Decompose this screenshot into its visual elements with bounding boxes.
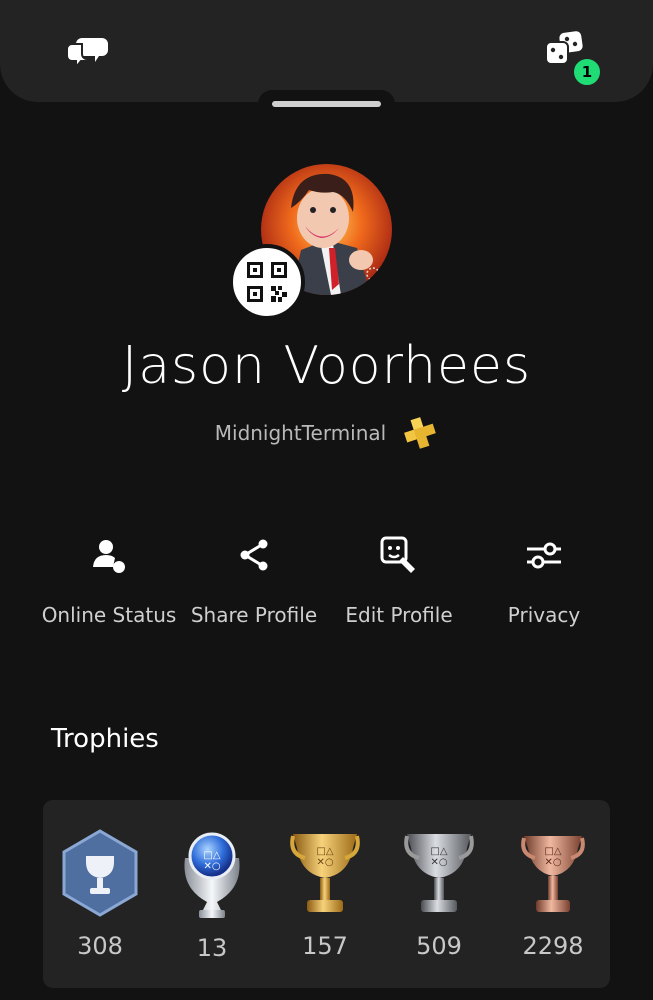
trophy-platinum: □△ ✕○ 13 (157, 828, 267, 962)
qr-code-icon (247, 262, 287, 302)
action-label: Edit Profile (345, 603, 453, 627)
trophy-count: 157 (302, 932, 348, 960)
edit-profile-icon (380, 536, 415, 573)
trophy-count: 2298 (522, 932, 584, 960)
profile-actions: Online Status Share Profile Edit Profile… (34, 535, 619, 635)
share-profile-button[interactable]: Share Profile (179, 535, 329, 627)
privacy-button[interactable]: Privacy (469, 535, 619, 627)
online-id-row: MidnightTerminal (0, 416, 653, 450)
share-icon (240, 539, 268, 571)
trophy-gold: □△ ✕○ 157 (270, 828, 380, 960)
chat-bubbles-icon[interactable] (66, 32, 110, 72)
notification-badge: 1 (572, 57, 602, 87)
trophy-bronze-icon: □△ ✕○ (521, 836, 585, 912)
qr-code-button[interactable] (229, 244, 305, 320)
svg-text:□△: □△ (316, 846, 333, 857)
edit-profile-button[interactable]: Edit Profile (324, 535, 474, 627)
trophy-platinum-icon: □△ ✕○ (184, 832, 240, 918)
sliders-icon (527, 542, 561, 569)
action-label: Online Status (41, 603, 177, 627)
svg-text:✕○: ✕○ (430, 857, 447, 868)
trophy-count: 509 (416, 932, 462, 960)
online-id: MidnightTerminal (214, 421, 387, 445)
drag-handle[interactable] (272, 101, 381, 107)
action-label: Share Profile (190, 603, 318, 627)
svg-text:□△: □△ (203, 850, 220, 861)
display-name: Jason Voorhees (121, 336, 532, 396)
svg-text:✕○: ✕○ (544, 857, 561, 868)
svg-text:□△: □△ (544, 846, 561, 857)
online-status-button[interactable]: Online Status (34, 535, 184, 627)
trophy-summary-card[interactable]: 308 □△ ✕○ 13 □△ ✕○ 157 □△ ✕○ 509 □△ ✕○ 2… (43, 800, 610, 988)
trophy-gold-icon: □△ ✕○ (290, 834, 360, 912)
trophies-heading: Trophies (51, 724, 159, 754)
trophy-level-icon (62, 829, 138, 917)
trophy-count: 13 (196, 934, 228, 962)
svg-text:✕○: ✕○ (316, 857, 333, 868)
badge-count: 1 (581, 63, 593, 81)
trophy-silver-icon: □△ ✕○ (404, 834, 474, 912)
playstation-plus-icon (404, 417, 437, 449)
action-label: Privacy (507, 603, 581, 627)
trophy-silver: □△ ✕○ 509 (384, 828, 494, 960)
svg-text:✕○: ✕○ (203, 861, 220, 872)
trophy-bronze: □△ ✕○ 2298 (498, 828, 608, 960)
trophy-count: 308 (77, 932, 123, 960)
svg-text:□△: □△ (430, 846, 447, 857)
trophy-level: 308 (45, 828, 155, 960)
online-status-icon (93, 540, 125, 573)
